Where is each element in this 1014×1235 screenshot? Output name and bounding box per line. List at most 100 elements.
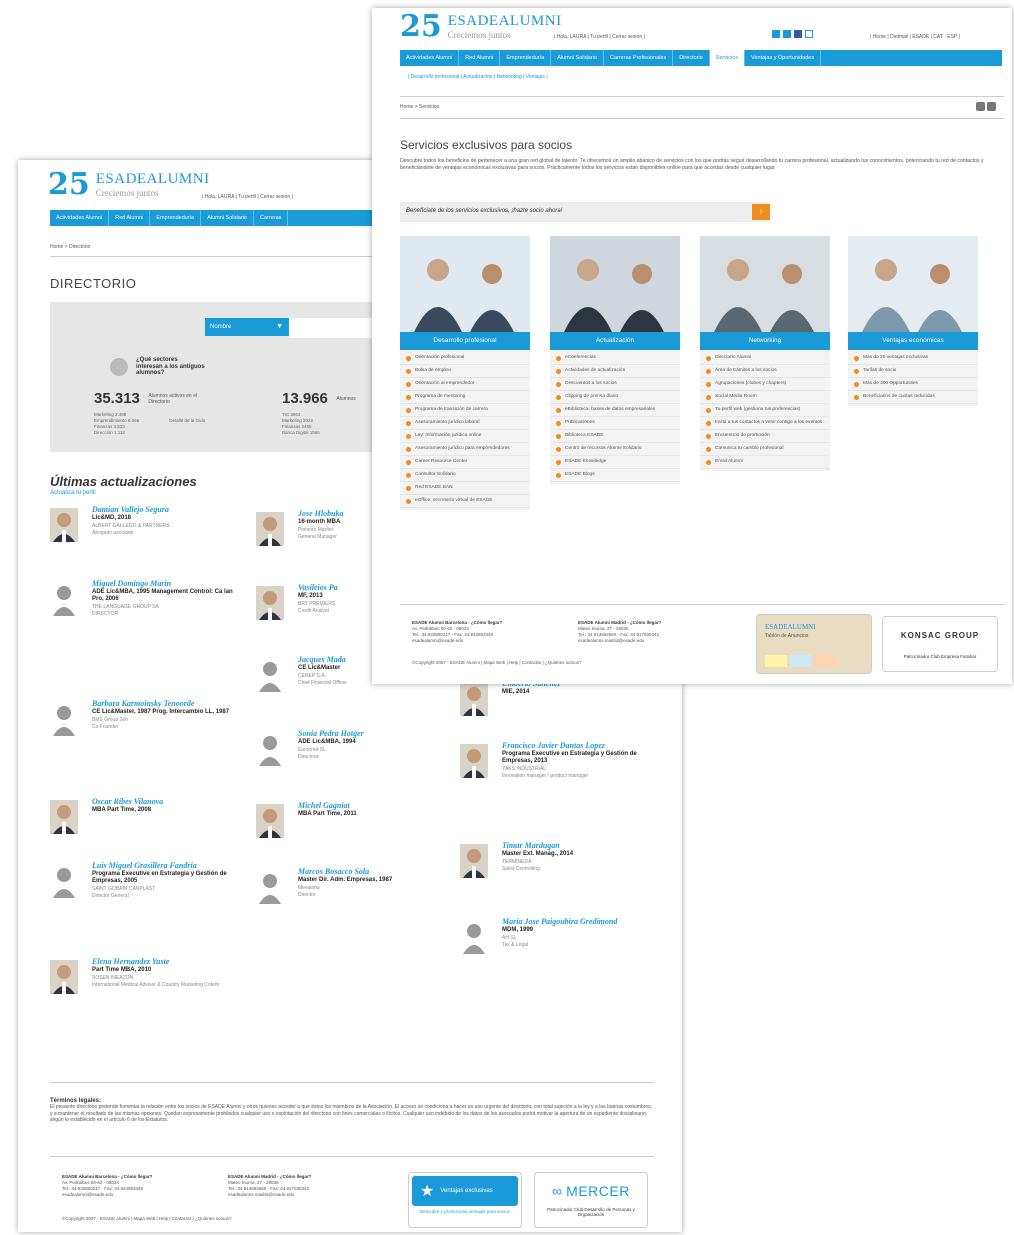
service-list-item[interactable]: Área de trámites a los socios xyxy=(700,365,830,378)
avatar-silhouette-icon[interactable] xyxy=(460,920,488,954)
nav-red-alumni[interactable]: Red Alumni xyxy=(109,210,151,226)
service-photo[interactable] xyxy=(550,236,680,332)
service-list-item[interactable]: Publicaciones xyxy=(550,417,680,430)
profile-photo[interactable] xyxy=(256,512,284,546)
service-list-item[interactable]: Encuentros de promoción xyxy=(700,430,830,443)
nav-servicios[interactable]: Servicios xyxy=(709,50,746,66)
profile-photo[interactable] xyxy=(256,586,284,620)
service-list-item[interactable]: Email Alumni xyxy=(700,456,830,469)
facebook-icon[interactable] xyxy=(794,30,802,38)
service-list-item[interactable]: Tarifas de socio xyxy=(848,365,978,378)
linkedin-icon[interactable] xyxy=(783,30,791,38)
top-links[interactable]: | Home | Dietmail | ESADE | CAT · ESP | xyxy=(870,34,960,40)
service-list-item[interactable]: Beneficiarios de cuotas reducidas xyxy=(848,391,978,404)
service-list-item[interactable]: Orientación al emprendedor xyxy=(400,378,530,391)
service-list-item[interactable]: Orientación profesional xyxy=(400,352,530,365)
nav-solidario[interactable]: Alumni Solidario xyxy=(551,50,604,66)
person-name[interactable]: Luis Miguel Grasillera Fandria xyxy=(92,861,242,871)
service-list-item[interactable]: ESADE Blogs xyxy=(550,469,680,482)
service-list-item[interactable]: Descuentos a los socios xyxy=(550,378,680,391)
print-icon[interactable] xyxy=(976,102,985,111)
tablon-badge[interactable]: ESADEALUMNI Tablón de Anuncios xyxy=(756,614,872,674)
profile-photo[interactable] xyxy=(256,804,284,838)
update-profile-link[interactable]: Actualiza tu perfil xyxy=(50,490,96,496)
service-list-item[interactable]: Agrupaciones (clubes y chapters) xyxy=(700,378,830,391)
person-name[interactable]: Marcos Bosacco Sola xyxy=(298,867,448,877)
nav-directorio[interactable]: Directorio xyxy=(673,50,710,66)
profile-photo[interactable] xyxy=(50,508,78,542)
service-photo[interactable] xyxy=(848,236,978,332)
person-name[interactable]: Francisco Javier Dantas Lopez xyxy=(502,741,652,751)
arrow-right-icon[interactable]: › xyxy=(752,204,770,220)
profile-photo[interactable] xyxy=(50,800,78,834)
service-list-item[interactable]: eConferencias xyxy=(550,352,680,365)
service-list-item[interactable]: Directorio Alumni xyxy=(700,352,830,365)
footer-mad-title[interactable]: ESADE Alumni Madrid - ¿Cómo llegar? xyxy=(228,1174,311,1179)
footer-mad-email[interactable]: esadealumni.madrid@esade.edu xyxy=(578,638,661,644)
email-icon[interactable] xyxy=(987,102,996,111)
footer-mad-email[interactable]: esadealumni.madrid@esade.edu xyxy=(228,1192,311,1198)
footer-mad-title[interactable]: ESADE Alumni Madrid - ¿Cómo llegar? xyxy=(578,620,661,625)
footer-bcn-email[interactable]: esadealumni@esade.edu xyxy=(412,638,502,644)
nav-actividades[interactable]: Actividades Alumni xyxy=(400,50,460,66)
user-bar[interactable]: | Hola, LAURA | Tu perfil | Cerrar sesió… xyxy=(554,34,645,40)
person-name[interactable]: Damian Vallejo Segura xyxy=(92,505,242,515)
service-list-item[interactable]: Asesoramiento jurídico laboral xyxy=(400,417,530,430)
service-list-item[interactable]: Tu perfil web (gestiona tus preferencias… xyxy=(700,404,830,417)
stat-detail-link[interactable]: Detalle de la Guía xyxy=(169,418,205,435)
nav-red-alumni[interactable]: Red Alumni xyxy=(459,50,501,66)
avatar-silhouette-icon[interactable] xyxy=(256,870,284,904)
sector-question[interactable]: ¿Qué sectores interesan a los antiguos a… xyxy=(110,357,206,377)
breadcrumb[interactable]: Home > Directorio xyxy=(50,244,90,250)
user-bar[interactable]: | Hola, LAURA | Tu perfil | Cerrar sesió… xyxy=(202,194,293,200)
service-column-heading[interactable]: Ventajas económicas xyxy=(848,332,978,350)
service-list-item[interactable]: Career Resource Center xyxy=(400,456,530,469)
service-list-item[interactable]: Consultor Solidario xyxy=(400,469,530,482)
service-list-item[interactable]: Red ESADE BAN xyxy=(400,482,530,495)
service-list-item[interactable]: Programa de transición de carrera xyxy=(400,404,530,417)
service-list-item[interactable]: Actividades de actualización xyxy=(550,365,680,378)
person-name[interactable]: Timur Mardugan xyxy=(502,841,652,851)
service-list-item[interactable]: Invita a tus contactos a venir contigo a… xyxy=(700,417,830,430)
footer-bcn-email[interactable]: esadealumni@esade.edu xyxy=(62,1192,152,1198)
nav-actividades[interactable]: Actividades Alumni xyxy=(50,210,110,226)
service-list-item[interactable]: ESADE Knowledge xyxy=(550,456,680,469)
search-type-select[interactable]: Nombre ▼ xyxy=(205,318,289,336)
avatar-silhouette-icon[interactable] xyxy=(50,864,78,898)
konsac-badge[interactable]: KONSAC GROUP Patrocinador Club Empresa F… xyxy=(882,616,998,672)
join-cta[interactable]: Benefíciate de los servicios exclusivos,… xyxy=(400,202,770,222)
twitter-icon[interactable] xyxy=(772,30,780,38)
service-column-heading[interactable]: Networking xyxy=(700,332,830,350)
footer-bcn-title[interactable]: ESADE Alumni Barcelona - ¿Cómo llegar? xyxy=(412,620,502,625)
sub-nav[interactable]: | Desarrollo profesional | Actualización… xyxy=(408,74,548,80)
service-list-item[interactable]: Social Media Room xyxy=(700,391,830,404)
person-name[interactable]: Miguel Domingo Marin xyxy=(92,579,242,589)
mercer-badge[interactable]: ∞ MERCER Patrocinador Club Desarrollo de… xyxy=(534,1172,648,1228)
avatar-silhouette-icon[interactable] xyxy=(256,732,284,766)
footer-copyright[interactable]: ©Copyright 2007 - ESADE Alumni | Mapa We… xyxy=(412,660,581,666)
person-name[interactable]: Oscar Ribes Vilanova xyxy=(92,797,242,807)
esade-logo[interactable]: 25 ESADEALUMNI Creciemos juntos xyxy=(400,12,562,42)
nav-emprendeduria[interactable]: Emprendeduría xyxy=(150,210,202,226)
nav-ventajas[interactable]: Ventajas y Oportunidades xyxy=(745,50,822,66)
esade-logo[interactable]: 25 ESADEALUMNI Creciemos juntos xyxy=(48,170,210,200)
service-photo[interactable] xyxy=(400,236,530,332)
person-name[interactable]: Elena Hernandez Yuste xyxy=(92,957,242,967)
footer-bcn-title[interactable]: ESADE Alumni Barcelona - ¿Cómo llegar? xyxy=(62,1174,152,1179)
service-list-item[interactable]: Clipping de prensa diario xyxy=(550,391,680,404)
avatar-silhouette-icon[interactable] xyxy=(256,658,284,692)
nav-emprendeduria[interactable]: Emprendeduría xyxy=(500,50,552,66)
service-list-item[interactable]: eOffice: secretaría virtual de ESADE xyxy=(400,495,530,508)
service-list-item[interactable]: Programa de mentoring xyxy=(400,391,530,404)
service-photo[interactable] xyxy=(700,236,830,332)
profile-photo[interactable] xyxy=(460,744,488,778)
service-list-item[interactable]: Más de 300 Opportunities xyxy=(848,378,978,391)
rss-icon[interactable] xyxy=(805,30,813,38)
service-list-item[interactable]: Comunica tu cambio profesional xyxy=(700,443,830,456)
service-column-heading[interactable]: Actualización xyxy=(550,332,680,350)
person-name[interactable]: Sonia Pedra Hotger xyxy=(298,729,448,739)
service-list-item[interactable]: Ley: Información jurídica online xyxy=(400,430,530,443)
service-list-item[interactable]: Bolsa de empleo xyxy=(400,365,530,378)
service-list-item[interactable]: eBiblioteca: bases de datos empresariale… xyxy=(550,404,680,417)
footer-copyright[interactable]: ©Copyright 2007 - ESADE Alumni | Mapa We… xyxy=(62,1216,231,1222)
